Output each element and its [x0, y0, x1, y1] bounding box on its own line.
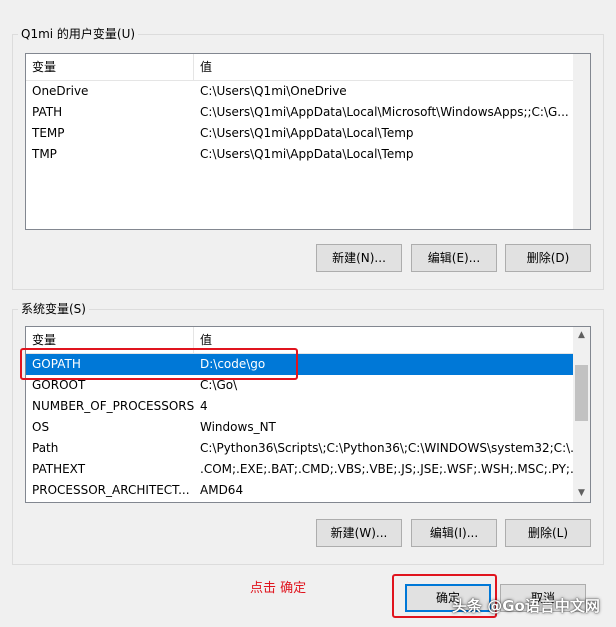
system-row-pathext[interactable]: PATHEXT .COM;.EXE;.BAT;.CMD;.VBS;.VBE;.J…: [26, 459, 573, 480]
column-header-variable[interactable]: 变量: [26, 54, 194, 80]
scroll-down-icon[interactable]: ▼: [573, 485, 590, 502]
system-row-number-of-processors[interactable]: NUMBER_OF_PROCESSORS 4: [26, 396, 573, 417]
variable-name: Path: [32, 441, 59, 455]
variable-value: .COM;.EXE;.BAT;.CMD;.VBS;.VBE;.JS;.JSE;.…: [200, 462, 573, 476]
system-new-button[interactable]: 新建(W)...: [316, 519, 402, 547]
variable-value: C:\Users\Q1mi\AppData\Local\Temp: [200, 147, 414, 161]
variable-name: TEMP: [32, 126, 65, 140]
system-variables-title: 系统变量(S): [18, 302, 89, 316]
variable-name: NUMBER_OF_PROCESSORS: [32, 399, 194, 413]
variable-value: 4: [200, 399, 208, 413]
system-row-processor-architecture[interactable]: PROCESSOR_ARCHITECT... AMD64: [26, 480, 573, 501]
user-variables-list[interactable]: 变量 值 OneDrive C:\Users\Q1mi\OneDrive PAT…: [25, 53, 591, 230]
user-row-path[interactable]: PATH C:\Users\Q1mi\AppData\Local\Microso…: [26, 102, 573, 123]
system-list-scrollbar[interactable]: ▲ ▼: [573, 327, 590, 502]
variable-value: C:\Users\Q1mi\OneDrive: [200, 84, 347, 98]
user-list-header: 变量 值: [26, 54, 573, 81]
column-header-value[interactable]: 值: [194, 54, 573, 80]
variable-value: C:\Python36\Scripts\;C:\Python36\;C:\WIN…: [200, 441, 573, 455]
variable-name: PATH: [32, 105, 63, 119]
system-delete-button[interactable]: 删除(L): [505, 519, 591, 547]
gopath-highlight: [20, 348, 298, 380]
user-list-scrollbar[interactable]: [573, 54, 590, 229]
system-row-path[interactable]: Path C:\Python36\Scripts\;C:\Python36\;C…: [26, 438, 573, 459]
variable-name: OneDrive: [32, 84, 89, 98]
variable-value: Windows_NT: [200, 420, 276, 434]
variable-name: PROCESSOR_ARCHITECT...: [32, 483, 190, 497]
scroll-up-icon[interactable]: ▲: [573, 327, 590, 344]
system-edit-button[interactable]: 编辑(I)...: [411, 519, 497, 547]
user-row-onedrive[interactable]: OneDrive C:\Users\Q1mi\OneDrive: [26, 81, 573, 102]
watermark: 头条 @Go语言中文网: [452, 597, 600, 615]
user-row-temp[interactable]: TEMP C:\Users\Q1mi\AppData\Local\Temp: [26, 123, 573, 144]
click-ok-annotation: 点击 确定: [250, 581, 307, 596]
user-delete-button[interactable]: 删除(D): [505, 244, 591, 272]
variable-name: PATHEXT: [32, 462, 86, 476]
variable-name: OS: [32, 420, 50, 434]
variable-value: C:\Users\Q1mi\AppData\Local\Microsoft\Wi…: [200, 105, 569, 119]
user-new-button[interactable]: 新建(N)...: [316, 244, 402, 272]
user-variables-title: Q1mi 的用户变量(U): [18, 27, 139, 41]
user-list-rows: OneDrive C:\Users\Q1mi\OneDrive PATH C:\…: [26, 81, 573, 165]
variable-value: C:\Users\Q1mi\AppData\Local\Temp: [200, 126, 414, 140]
variable-value: AMD64: [200, 483, 244, 497]
scrollbar-thumb[interactable]: [575, 365, 588, 421]
system-row-os[interactable]: OS Windows_NT: [26, 417, 573, 438]
user-edit-button[interactable]: 编辑(E)...: [411, 244, 497, 272]
user-row-tmp[interactable]: TMP C:\Users\Q1mi\AppData\Local\Temp: [26, 144, 573, 165]
variable-name: TMP: [32, 147, 57, 161]
